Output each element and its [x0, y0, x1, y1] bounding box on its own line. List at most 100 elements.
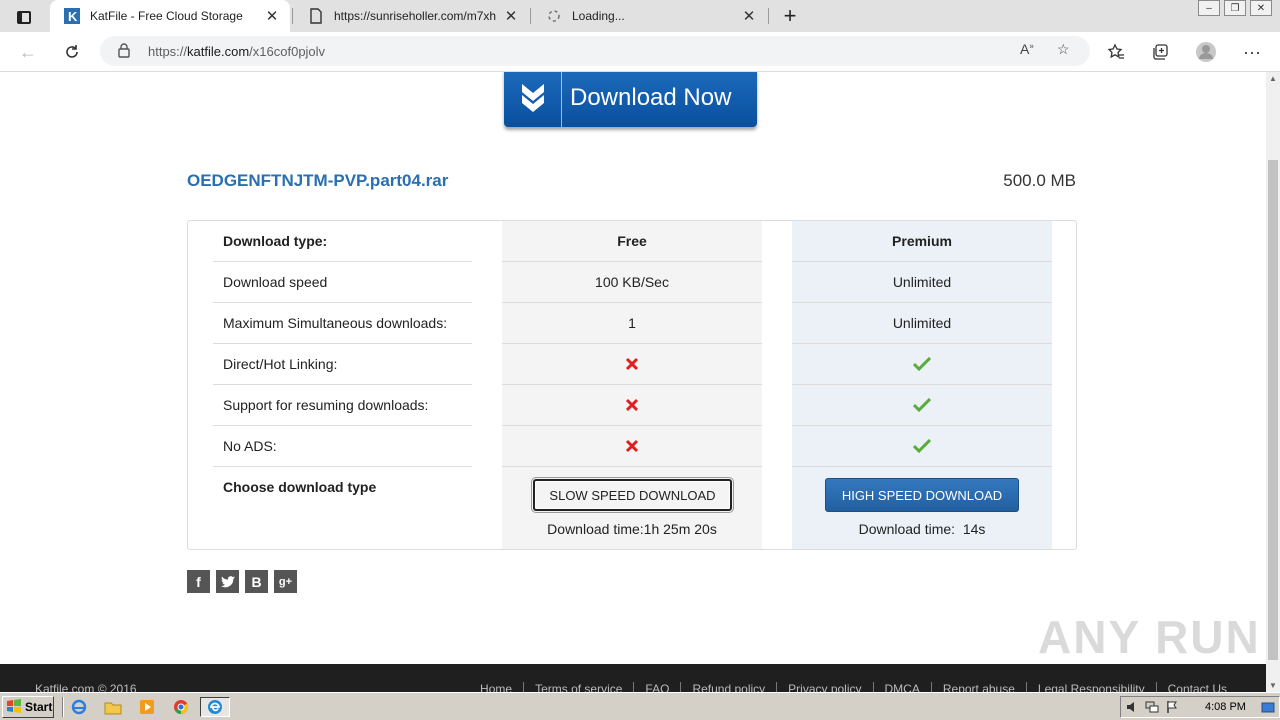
close-tab-icon[interactable]: ✕	[739, 6, 759, 26]
row-label: Maximum Simultaneous downloads:	[213, 303, 472, 344]
tab-divider	[768, 8, 769, 24]
network-icon[interactable]	[1145, 700, 1159, 717]
footer-link-report-abuse[interactable]: Report abuse	[930, 682, 1026, 692]
add-favorite-icon[interactable]: ☆	[1057, 41, 1070, 58]
start-button[interactable]: Start	[2, 696, 54, 718]
header-premium: Premium	[792, 221, 1052, 262]
tab-sunriseholler[interactable]: https://sunriseholler.com/m7xh ✕	[294, 0, 529, 32]
internet-explorer-icon[interactable]	[68, 697, 90, 717]
page-icon	[308, 8, 324, 24]
footer-link-terms[interactable]: Terms of service	[523, 682, 633, 692]
scroll-down-icon[interactable]: ▼	[1269, 681, 1277, 690]
footer-link-legal[interactable]: Legal Responsibility	[1025, 682, 1156, 692]
table-row: No ADS:	[188, 426, 1076, 467]
check-icon	[792, 426, 1052, 467]
scroll-up-icon[interactable]: ▲	[1269, 74, 1277, 83]
windows-logo-icon	[6, 698, 22, 716]
url-text: https://katfile.com/x16cof0pjolv	[148, 44, 326, 59]
collections-icon[interactable]	[1146, 38, 1174, 66]
premium-value: Unlimited	[792, 303, 1052, 344]
choose-download-type-label: Choose download type	[223, 479, 377, 495]
twitter-icon[interactable]	[216, 570, 239, 593]
refresh-icon[interactable]	[58, 38, 86, 66]
svg-text:K: K	[68, 9, 78, 24]
social-share-links: f B g+	[187, 570, 297, 593]
header-label: Download type:	[213, 221, 472, 262]
loading-icon	[546, 8, 562, 24]
volume-icon[interactable]	[1125, 700, 1139, 717]
header-free: Free	[502, 221, 762, 262]
katfile-k-icon: K	[64, 8, 80, 24]
footer-link-faq[interactable]: FAQ	[633, 682, 680, 692]
tab-title: https://sunriseholler.com/m7xh	[334, 9, 497, 23]
tab-strip: K KatFile - Free Cloud Storage ✕ https:/…	[0, 0, 1280, 32]
profile-avatar-icon[interactable]	[1192, 38, 1220, 66]
facebook-icon[interactable]: f	[187, 570, 210, 593]
edge-icon[interactable]	[200, 697, 230, 717]
tab-actions-icon	[17, 10, 31, 24]
back-arrow-icon[interactable]: ←	[14, 38, 42, 66]
free-value: 1	[502, 303, 762, 344]
high-speed-download-button[interactable]: HIGH SPEED DOWNLOAD	[825, 478, 1019, 512]
table-row: Maximum Simultaneous downloads: 1 Unlimi…	[188, 303, 1076, 344]
tab-loading[interactable]: Loading... ✕	[532, 0, 767, 32]
page-scrollbar[interactable]: ▲ ▼	[1266, 72, 1280, 692]
new-tab-icon[interactable]: +	[778, 3, 802, 28]
free-download-time: Download time:1h 25m 20s	[547, 521, 717, 537]
file-explorer-icon[interactable]	[102, 697, 124, 717]
site-footer: Katfile.com © 2016 Home Terms of service…	[0, 664, 1266, 692]
start-label: Start	[25, 700, 53, 714]
chrome-icon[interactable]	[170, 697, 192, 717]
action-center-flag-icon[interactable]	[1165, 700, 1179, 717]
tab-title: Loading...	[572, 9, 625, 23]
footer-link-home[interactable]: Home	[469, 682, 523, 692]
premium-download-time: Download time: 14s	[858, 521, 986, 537]
favorites-icon[interactable]	[1102, 38, 1130, 66]
clock[interactable]: 4:08 PM	[1205, 701, 1246, 713]
row-label: Download speed	[213, 262, 472, 303]
tab-divider	[530, 8, 531, 24]
premium-value: Unlimited	[792, 262, 1052, 303]
footer-link-privacy[interactable]: Privacy policy	[776, 682, 872, 692]
download-now-button[interactable]: Download Now	[504, 72, 757, 127]
tab-actions-button[interactable]	[8, 6, 40, 28]
minimize-icon[interactable]: –	[1198, 0, 1220, 16]
windows-taskbar: Start 4:08 PM	[0, 692, 1280, 720]
close-tab-icon[interactable]: ✕	[262, 6, 282, 26]
browser-toolbar: ← https://katfile.com/x16cof0pjolv A» ☆ …	[0, 32, 1280, 72]
footer-link-dmca[interactable]: DMCA	[872, 682, 931, 692]
footer-link-refund[interactable]: Refund policy	[680, 682, 776, 692]
tab-katfile[interactable]: K KatFile - Free Cloud Storage ✕	[50, 0, 290, 32]
close-window-icon[interactable]: ✕	[1250, 0, 1272, 16]
show-desktop-icon[interactable]	[1261, 700, 1275, 717]
row-label: No ADS:	[213, 426, 472, 467]
cross-icon	[502, 426, 762, 467]
footer-link-contact[interactable]: Contact Us	[1155, 682, 1238, 692]
web-page: Download Now OEDGENFTNJTM-PVP.part04.rar…	[0, 72, 1266, 692]
system-tray: 4:08 PM	[1120, 696, 1280, 718]
cross-icon	[502, 344, 762, 385]
slow-speed-download-button[interactable]: SLOW SPEED DOWNLOAD	[531, 477, 734, 513]
table-row: Support for resuming downloads:	[188, 385, 1076, 426]
lock-icon[interactable]	[118, 43, 130, 63]
anyrun-watermark: ANY RUN	[1038, 611, 1261, 663]
tab-divider	[292, 8, 293, 24]
taskbar-separator	[62, 697, 64, 717]
table-row: Download speed 100 KB/Sec Unlimited	[188, 262, 1076, 303]
row-label: Direct/Hot Linking:	[213, 344, 472, 385]
row-label: Support for resuming downloads:	[213, 385, 472, 426]
restore-icon[interactable]: ❐	[1224, 0, 1246, 16]
more-options-icon[interactable]: ···	[1238, 38, 1266, 66]
scrollbar-thumb[interactable]	[1268, 160, 1278, 660]
address-bar[interactable]: https://katfile.com/x16cof0pjolv A» ☆	[100, 36, 1090, 66]
footer-links: Home Terms of service FAQ Refund policy …	[469, 682, 1238, 692]
window-controls: – ❐ ✕	[1198, 0, 1272, 18]
media-player-icon[interactable]	[136, 697, 158, 717]
check-icon	[792, 344, 1052, 385]
close-tab-icon[interactable]: ✕	[501, 6, 521, 26]
google-plus-icon[interactable]: g+	[274, 570, 297, 593]
vk-icon[interactable]: B	[245, 570, 268, 593]
check-icon	[792, 385, 1052, 426]
tab-title: KatFile - Free Cloud Storage	[90, 9, 243, 23]
read-aloud-icon[interactable]: A»	[1020, 41, 1034, 57]
